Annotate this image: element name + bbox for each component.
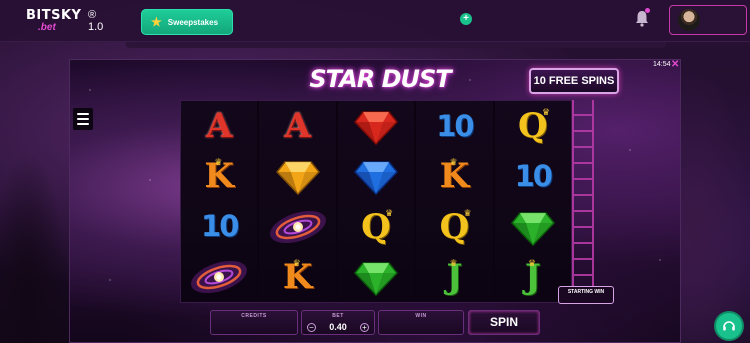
bet-increase-button[interactable]: +: [360, 323, 369, 332]
galaxy-icon: [191, 260, 248, 293]
brand-name: BITSKY: [26, 8, 82, 23]
notification-dot: [645, 8, 650, 13]
sweepstakes-label: Sweepstakes: [167, 17, 219, 27]
bet-control: BET − 0.40 +: [301, 310, 375, 335]
reel-symbol: [338, 101, 414, 151]
reel-symbol: [181, 252, 257, 302]
header-underbar: [126, 42, 666, 48]
credits-label: CREDITS: [241, 313, 267, 319]
symbol-a-icon: A: [284, 106, 311, 147]
reel-symbol: Q ♛: [416, 202, 492, 252]
brand-version: ® 1.0: [88, 9, 104, 33]
credits-display: CREDITS: [210, 310, 298, 335]
menu-line-icon: [77, 123, 89, 125]
reel-symbol: [259, 151, 335, 201]
background-tree-left: [0, 150, 69, 343]
menu-line-icon: [77, 118, 89, 120]
green-gem-icon: [510, 211, 555, 246]
symbol-10-icon: 10: [514, 158, 553, 193]
background-tree-right: [681, 60, 750, 343]
add-funds-icon[interactable]: +: [460, 13, 472, 25]
reel-symbol: [338, 151, 414, 201]
game-clock: 14:54: [653, 61, 671, 68]
avatar: [678, 9, 700, 31]
user-menu[interactable]: [669, 5, 747, 35]
game-title: STAR DUST: [309, 65, 451, 93]
crown-icon: ♛: [527, 257, 537, 268]
crown-icon: ♛: [463, 207, 472, 218]
win-display: WIN: [378, 310, 464, 335]
reel-symbol: [338, 252, 414, 302]
reel-symbol: [495, 202, 571, 252]
reel-symbol: K ♛: [416, 151, 492, 201]
reel-symbol: A: [259, 101, 335, 151]
crown-icon: ♛: [385, 207, 394, 218]
headset-icon: [723, 321, 735, 331]
bet-label: BET: [332, 313, 344, 319]
blue-gem-icon: [353, 161, 398, 196]
free-spins-banner: 10 FREE SPINS: [529, 68, 619, 94]
crown-icon: ♛: [449, 157, 458, 168]
reel-symbol: J ♛: [416, 252, 492, 302]
reel-4: 10 K ♛ Q ♛ J ♛: [416, 101, 493, 302]
crown-icon: ♛: [214, 157, 223, 168]
hamburger-menu-button[interactable]: [73, 108, 93, 130]
reel-symbol: A: [181, 101, 257, 151]
reel-1: A K ♛ 10: [181, 101, 258, 302]
crown-icon: ♛: [541, 107, 551, 117]
win-label: WIN: [415, 313, 427, 319]
galaxy-icon: [269, 210, 326, 243]
reel-symbol: Q ♛: [338, 202, 414, 252]
menu-line-icon: [77, 113, 89, 115]
crown-icon: ♛: [449, 257, 458, 268]
reel-symbol: K ♛: [259, 252, 335, 302]
yellow-gem-icon: [275, 161, 320, 196]
green-gem-icon: [353, 262, 398, 296]
reel-grid: A K ♛ 10 A K ♛ Q ♛ 10 K ♛ Q ♛ J ♛ Q ♛ 10 J ♛: [180, 100, 572, 303]
brand-logo[interactable]: BITSKY .bet ® 1.0: [26, 8, 106, 36]
red-gem-icon: [353, 111, 398, 146]
spin-button[interactable]: SPIN: [468, 310, 540, 335]
reel-symbol: [259, 202, 335, 252]
reel-symbol: 10: [181, 202, 257, 252]
star-icon: ★: [151, 15, 162, 29]
symbol-a-icon: A: [206, 106, 233, 147]
close-icon[interactable]: ✕: [671, 60, 679, 70]
brand-domain: .bet: [38, 22, 56, 33]
reel-symbol: 10: [416, 101, 492, 151]
symbol-10-icon: 10: [436, 108, 474, 143]
reel-symbol: K ♛: [181, 151, 257, 201]
crown-icon: ♛: [292, 257, 301, 268]
game-frame: 14:54 ✕ STAR DUST 10 FREE SPINS A K ♛ 10 A K ♛…: [69, 59, 681, 343]
starting-win-box: STARTING WIN: [558, 286, 614, 304]
reel-3: Q ♛: [337, 101, 415, 302]
reel-symbol: 10: [495, 151, 571, 201]
win-ladder: [572, 100, 594, 291]
top-bar: BITSKY .bet ® 1.0 ★ Sweepstakes +: [0, 0, 750, 42]
reel-2: A K ♛: [259, 101, 336, 302]
support-chat-icon[interactable]: [716, 313, 742, 339]
reel-5: Q ♛ 10 J ♛: [494, 101, 571, 302]
reel-symbol: Q ♛: [495, 101, 571, 151]
symbol-10-icon: 10: [201, 209, 239, 244]
sweepstakes-button[interactable]: ★ Sweepstakes: [141, 9, 233, 35]
starting-win-label: STARTING WIN: [567, 289, 605, 295]
